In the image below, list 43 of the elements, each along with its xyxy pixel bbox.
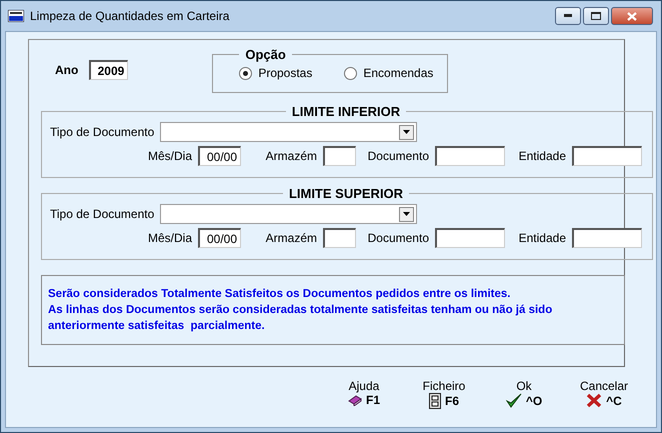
action-button[interactable]: Ajuda F1 bbox=[324, 379, 404, 409]
input-field[interactable]: 00/00 bbox=[198, 146, 241, 166]
checkmark-icon bbox=[506, 393, 522, 408]
field-label: Armazém bbox=[264, 149, 317, 163]
field-label: Mês/Dia bbox=[146, 231, 192, 245]
close-button[interactable] bbox=[611, 7, 653, 25]
input-field[interactable] bbox=[323, 228, 356, 248]
window-title: Limpeza de Quantidades em Carteira bbox=[30, 9, 230, 23]
year-label: Ano bbox=[55, 63, 78, 77]
app-icon bbox=[8, 10, 24, 22]
radio-option[interactable]: Propostas bbox=[239, 66, 312, 80]
option-group-title: Opção bbox=[244, 47, 287, 62]
field-label: Entidade bbox=[518, 149, 566, 163]
field-label: Documento bbox=[366, 149, 429, 163]
year-field[interactable]: 2009 bbox=[89, 60, 128, 80]
maximize-button[interactable] bbox=[583, 7, 609, 25]
close-icon bbox=[627, 12, 637, 20]
cabinet-icon bbox=[428, 393, 441, 409]
input-field[interactable] bbox=[323, 146, 356, 166]
input-field[interactable] bbox=[572, 228, 642, 248]
input-field[interactable] bbox=[435, 228, 505, 248]
input-field[interactable] bbox=[435, 146, 505, 166]
book-icon bbox=[348, 394, 362, 406]
action-button[interactable]: Cancelar ^C bbox=[564, 379, 644, 409]
field-label: Mês/Dia bbox=[146, 149, 192, 163]
minimize-button[interactable] bbox=[555, 7, 581, 25]
limit-group-title: LIMITE INFERIOR bbox=[290, 104, 402, 119]
field-label: Armazém bbox=[264, 231, 317, 245]
minimize-icon bbox=[564, 14, 572, 18]
input-field[interactable]: 00/00 bbox=[198, 228, 241, 248]
radio-option[interactable]: Encomendas bbox=[344, 66, 434, 80]
input-field[interactable] bbox=[572, 146, 642, 166]
info-text: As linhas dos Documentos serão consideradas totalmente satisfeitas tenham ou não já sido anteriormente satisfeitas parcialmente. bbox=[48, 303, 554, 334]
field-label: Documento bbox=[366, 231, 429, 245]
cross-icon bbox=[586, 393, 602, 408]
info-text: Serão considerados Totalmente Satisfeitos os Documentos pedidos entre os limites. bbox=[48, 287, 512, 302]
field-label: Entidade bbox=[518, 231, 566, 245]
limit-group-title: LIMITE SUPERIOR bbox=[288, 186, 404, 201]
dropdown-arrow-icon bbox=[403, 130, 410, 134]
maximize-icon bbox=[591, 12, 601, 20]
action-button[interactable]: Ficheiro F6 bbox=[404, 379, 484, 409]
dropdown-arrow-icon bbox=[403, 212, 410, 216]
action-button[interactable]: Ok ^O bbox=[484, 379, 564, 409]
